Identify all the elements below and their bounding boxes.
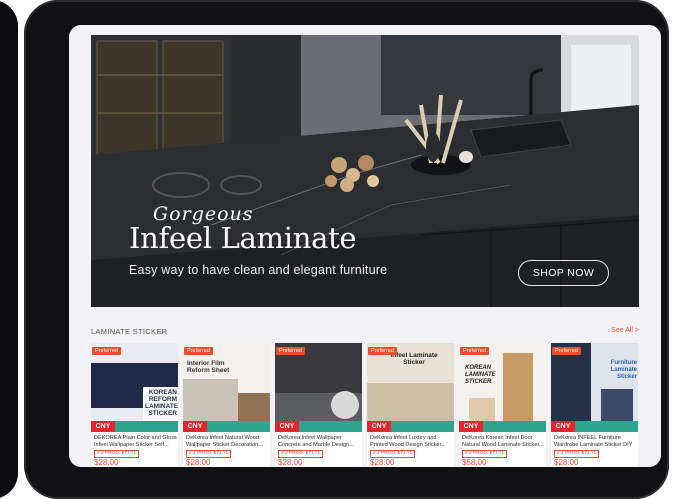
preferred-badge: Preferred [92,347,121,355]
product-price: $28.00 [94,458,119,467]
product-image: Interior Film Reform Sheet Preferred CNY [183,343,270,432]
promo-price-tag: 2.2 PROD. $71.71 [278,450,324,458]
adjacent-device-edge [0,0,18,499]
product-image-text: KOREAN LAMINATE STICKER [465,365,496,385]
tablet-screen: Gorgeous Infeel Laminate Easy way to hav… [69,25,661,467]
hero-banner[interactable]: Gorgeous Infeel Laminate Easy way to hav… [91,35,639,307]
product-thumbnail [459,343,546,432]
product-card[interactable]: KOREAN REFORM LAMINATE STICKER Preferred… [91,343,178,467]
promo-price-tag: 2.2 PROD. $71.71 [186,450,232,458]
preferred-badge: Preferred [552,347,581,355]
product-price: $28.00 [278,458,303,467]
product-thumbnail [91,343,178,432]
product-price: $28.00 [186,458,211,467]
banner-tagline: Easy way to have clean and elegant furni… [129,263,388,277]
product-card[interactable]: Preferred CNY DeKorea Infeel Wallpaper C… [275,343,362,467]
promo-price-tag: 2.2 PROD. $71.71 [462,450,508,458]
product-image-text: Furniture Laminate Sticker [610,360,637,380]
section-title: LAMINATE STICKER [91,327,168,336]
product-name: DeKorea Korean Infeel Door Natural Wood … [462,435,544,448]
product-image: Furniture Laminate Sticker Preferred CNY [551,343,638,432]
cny-tag: CNY [275,421,299,432]
preferred-badge: Preferred [368,347,397,355]
product-thumbnail [183,343,270,432]
product-card[interactable]: Furniture Laminate Sticker Preferred CNY… [551,343,638,467]
cny-tag: CNY [551,421,575,432]
product-image: KOREAN LAMINATE STICKER Preferred CNY [459,343,546,432]
product-image-text: Interior Film Reform Sheet [187,360,230,374]
product-name: DeKorea Infeel Natural Wood Wallpaper St… [186,435,263,448]
product-image-text: KOREAN REFORM LAMINATE STICKER [145,389,178,417]
cny-tag: CNY [367,421,391,432]
product-thumbnail [551,343,638,432]
tablet-frame: Gorgeous Infeel Laminate Easy way to hav… [24,0,669,499]
preferred-badge: Preferred [184,347,213,355]
product-image: Preferred CNY [275,343,362,432]
product-card[interactable]: KOREAN LAMINATE STICKER Preferred CNY De… [459,343,546,467]
product-image: KOREAN REFORM LAMINATE STICKER Preferred… [91,343,178,432]
product-card[interactable]: Interior Film Reform Sheet Preferred CNY… [183,343,270,467]
shop-now-button[interactable]: SHOP NOW [518,260,609,286]
product-card[interactable]: Infeel Laminate Sticker Preferred CNY De… [367,343,454,467]
product-name: DeKorea INFEEL Furniture Wardrobe Lamina… [554,435,633,448]
product-name: DeKorea Infeel Luxury and Printed Wood D… [370,435,446,448]
promo-price-tag: 2.2 PROD. $71.71 [94,450,140,458]
cny-tag: CNY [91,421,115,432]
cny-tag: CNY [459,421,483,432]
product-image: Infeel Laminate Sticker Preferred CNY [367,343,454,432]
product-carousel: KOREAN REFORM LAMINATE STICKER Preferred… [91,343,639,467]
product-price: $58.00 [462,458,487,467]
product-price: $28.00 [370,458,395,467]
promo-price-tag: 2.2 PROD. $71.71 [554,450,600,458]
product-name: DEKOREA Plain Color and Gloss Infeel Wal… [94,435,177,448]
preferred-badge: Preferred [460,347,489,355]
banner-headline: Infeel Laminate [129,221,357,255]
product-thumbnail [275,343,362,432]
cny-tag: CNY [183,421,207,432]
promo-price-tag: 2.2 PROD. $71.71 [370,450,416,458]
see-all-link[interactable]: See All > [611,327,639,334]
product-name: DeKorea Infeel Wallpaper Concrete and Ma… [278,435,354,448]
preferred-badge: Preferred [276,347,305,355]
product-price: $28.00 [554,458,579,467]
